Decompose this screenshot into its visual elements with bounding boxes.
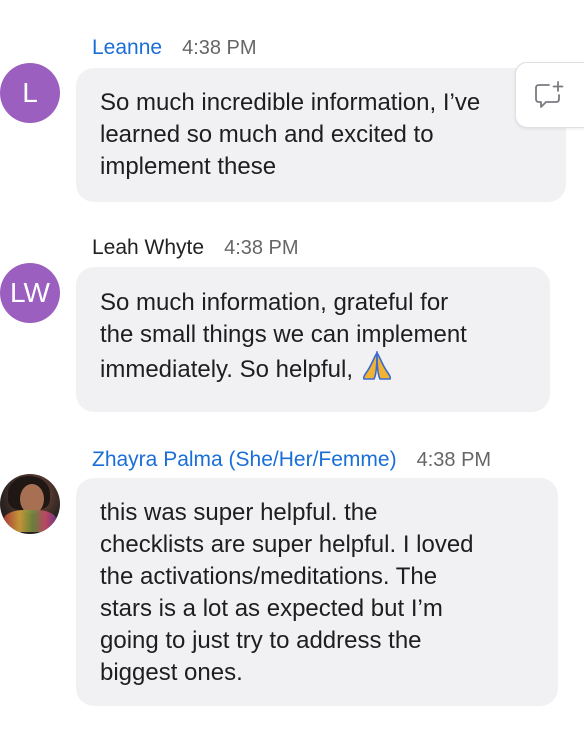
- add-reaction-button[interactable]: [515, 62, 584, 128]
- message-header: Leanne 4:38 PM: [92, 36, 257, 60]
- avatar-initials: L: [22, 77, 38, 108]
- message-bubble: So much incredible information, I’ve lea…: [76, 68, 566, 202]
- message-text: So much incredible information, I’ve lea…: [100, 89, 481, 180]
- message-time: 4:38 PM: [182, 37, 257, 59]
- sender-name[interactable]: Leanne: [92, 36, 162, 60]
- avatar[interactable]: [0, 474, 60, 534]
- message-time: 4:38 PM: [416, 449, 492, 471]
- message-header: Leah Whyte 4:38 PM: [92, 236, 299, 260]
- message-bubble: So much information, grateful for the sm…: [76, 267, 550, 412]
- message-text: So much information, grateful for the sm…: [100, 287, 526, 390]
- sender-name[interactable]: Leah Whyte: [92, 236, 204, 260]
- message-text: this was super helpful. the checklists a…: [100, 499, 474, 686]
- message-bubble: this was super helpful. the checklists a…: [76, 478, 558, 706]
- sender-name[interactable]: Zhayra Palma (She/Her/Femme): [92, 448, 397, 472]
- message-text-content: So much information, grateful for the sm…: [100, 289, 467, 383]
- avatar-scarf: [4, 510, 56, 532]
- chat-panel: Leanne 4:38 PM L So much incredible info…: [0, 0, 584, 734]
- avatar[interactable]: LW: [0, 263, 60, 323]
- avatar[interactable]: L: [0, 63, 60, 123]
- avatar-initials: LW: [10, 277, 50, 308]
- add-comment-icon: [532, 80, 566, 110]
- message-header: Zhayra Palma (She/Her/Femme) 4:38 PM: [92, 448, 491, 472]
- message-time: 4:38 PM: [224, 237, 299, 259]
- folded-hands-emoji-icon: [360, 350, 394, 390]
